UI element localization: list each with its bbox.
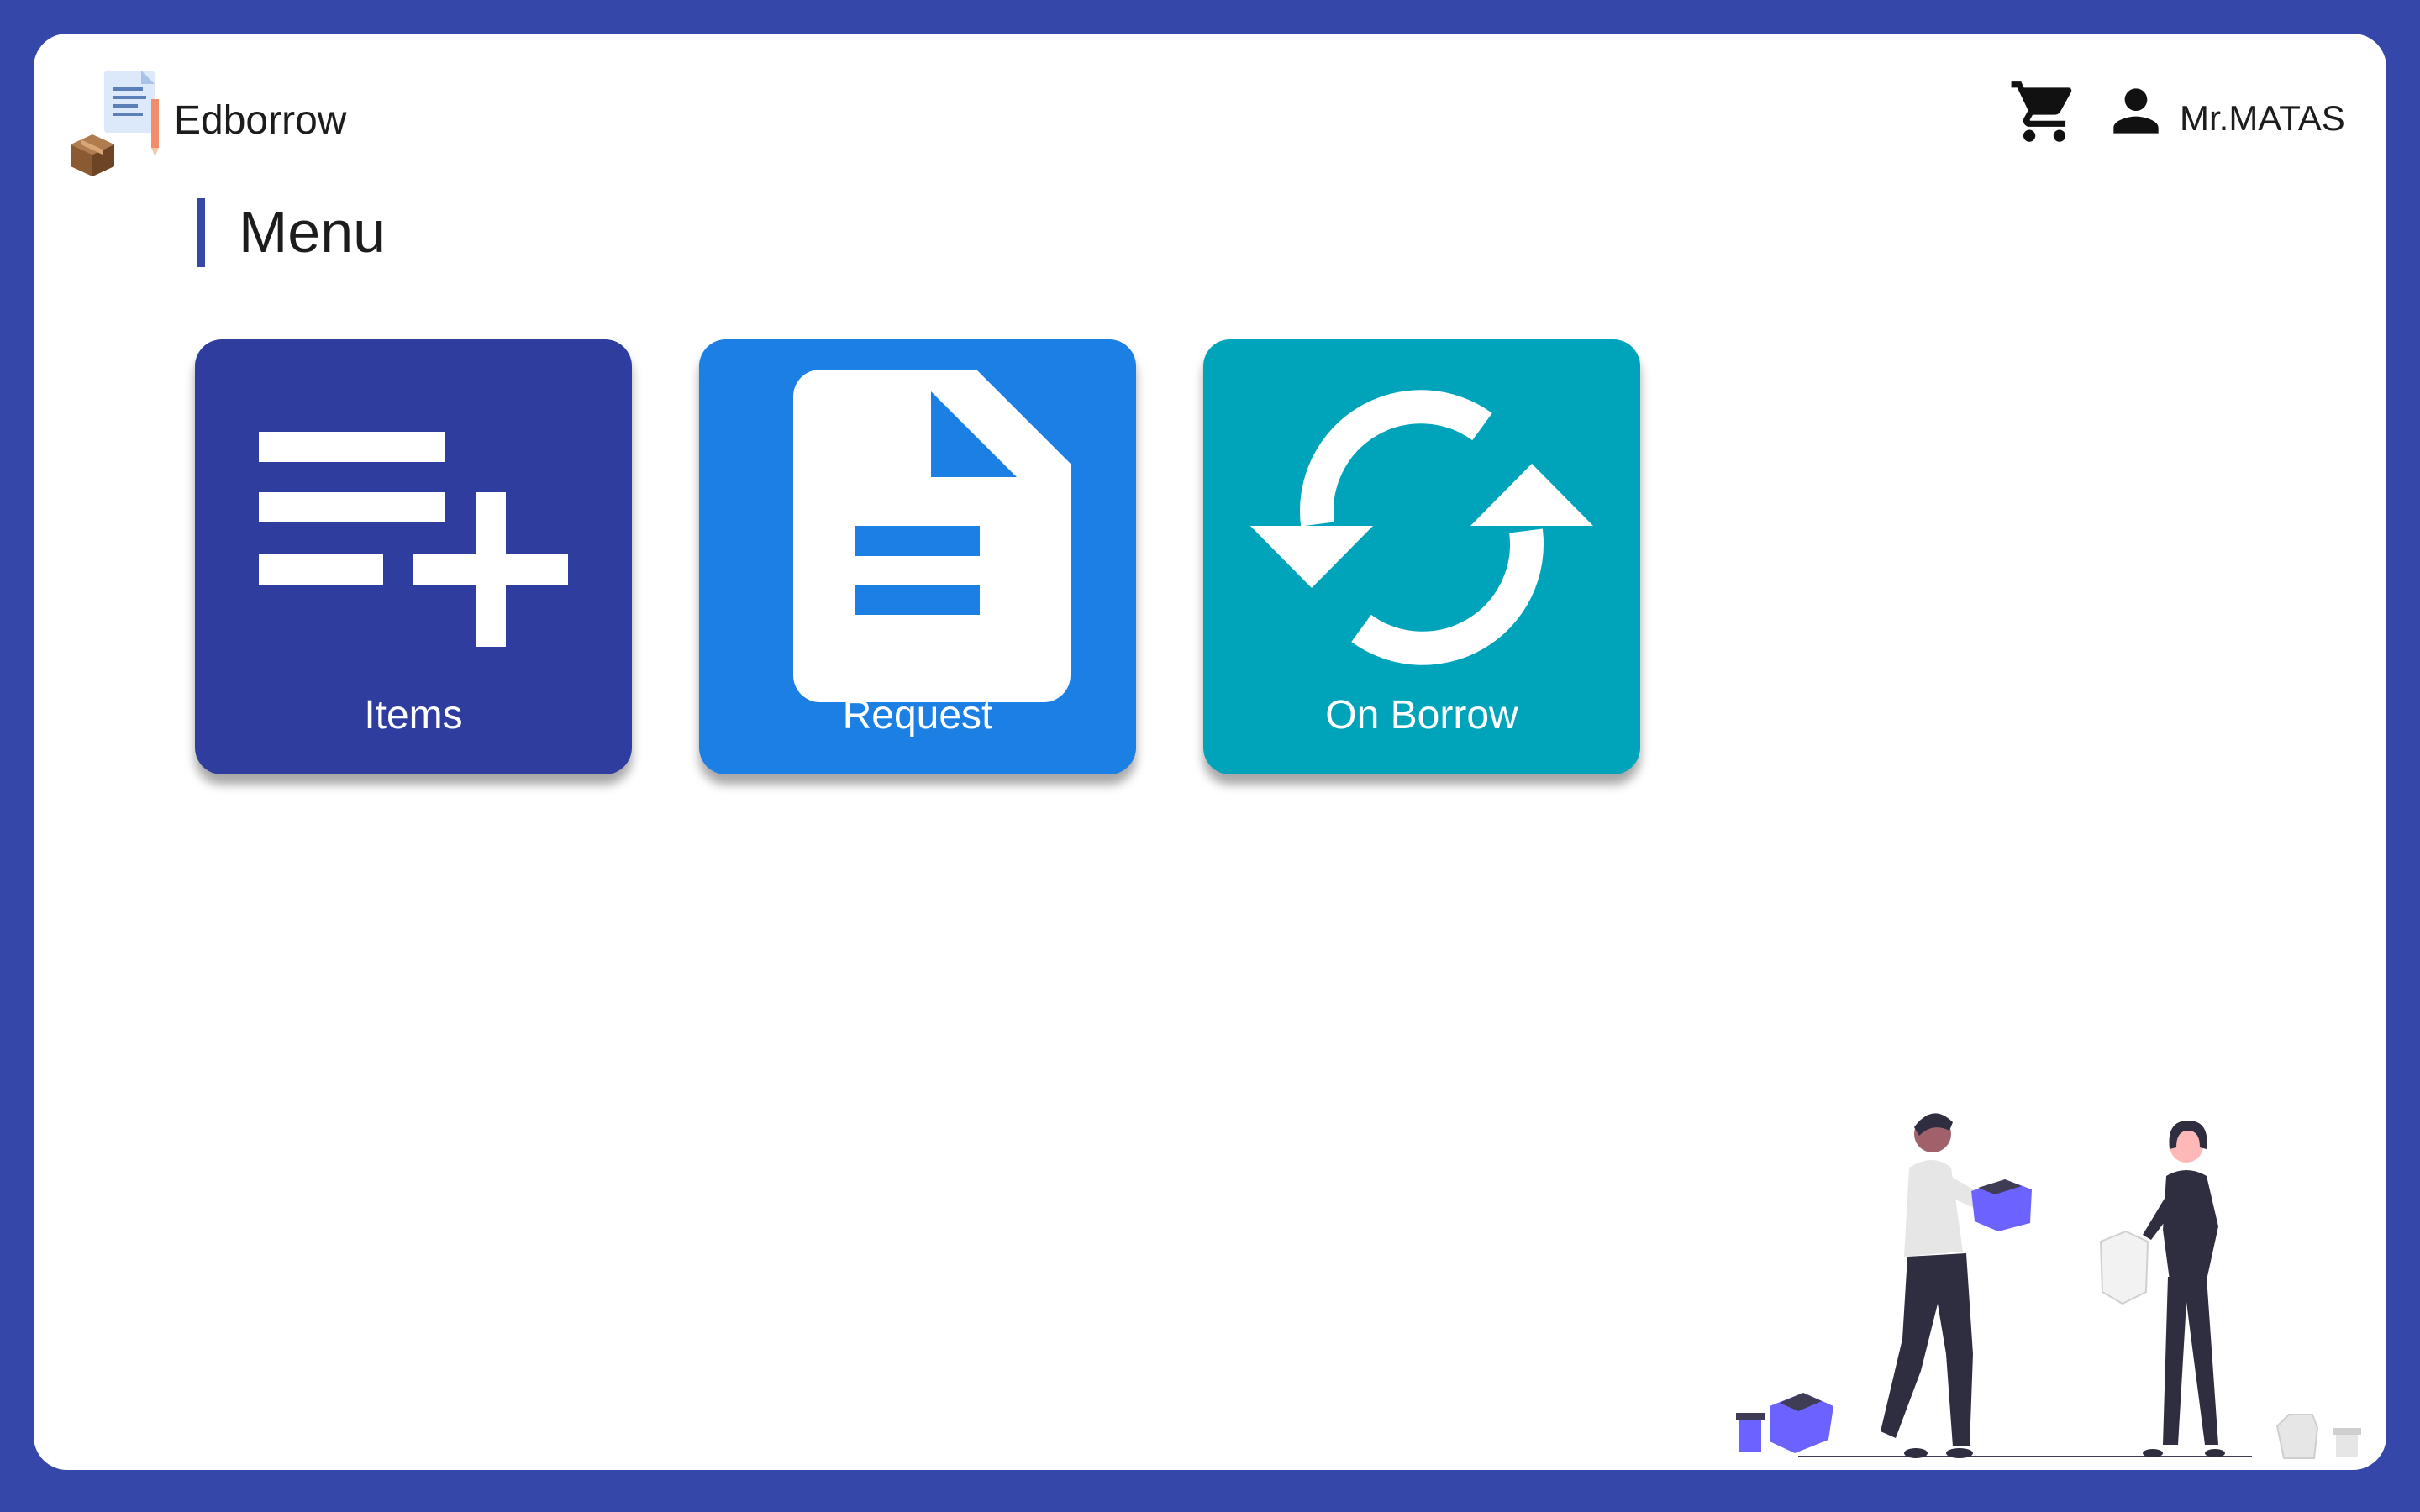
heading-accent-bar	[197, 198, 205, 267]
user-icon[interactable]	[2102, 77, 2170, 144]
app-frame: Edborrow Mr.MATAS Menu Items Request On …	[34, 34, 2386, 1470]
user-name[interactable]: Mr.MATAS	[2180, 101, 2345, 136]
on-borrow-card-label: On Borrow	[1325, 693, 1518, 738]
request-card[interactable]: Request	[699, 339, 1136, 774]
app-logo-icon	[71, 71, 159, 176]
app-name: Edborrow	[174, 98, 347, 143]
request-card-label: Request	[842, 693, 993, 738]
people-exchange-illustration	[1736, 1113, 2361, 1459]
on-borrow-card[interactable]: On Borrow	[1203, 339, 1640, 774]
cart-icon[interactable]	[2008, 76, 2081, 148]
items-card[interactable]: Items	[195, 339, 632, 774]
items-card-label: Items	[364, 693, 463, 738]
page-title: Menu	[239, 199, 387, 265]
